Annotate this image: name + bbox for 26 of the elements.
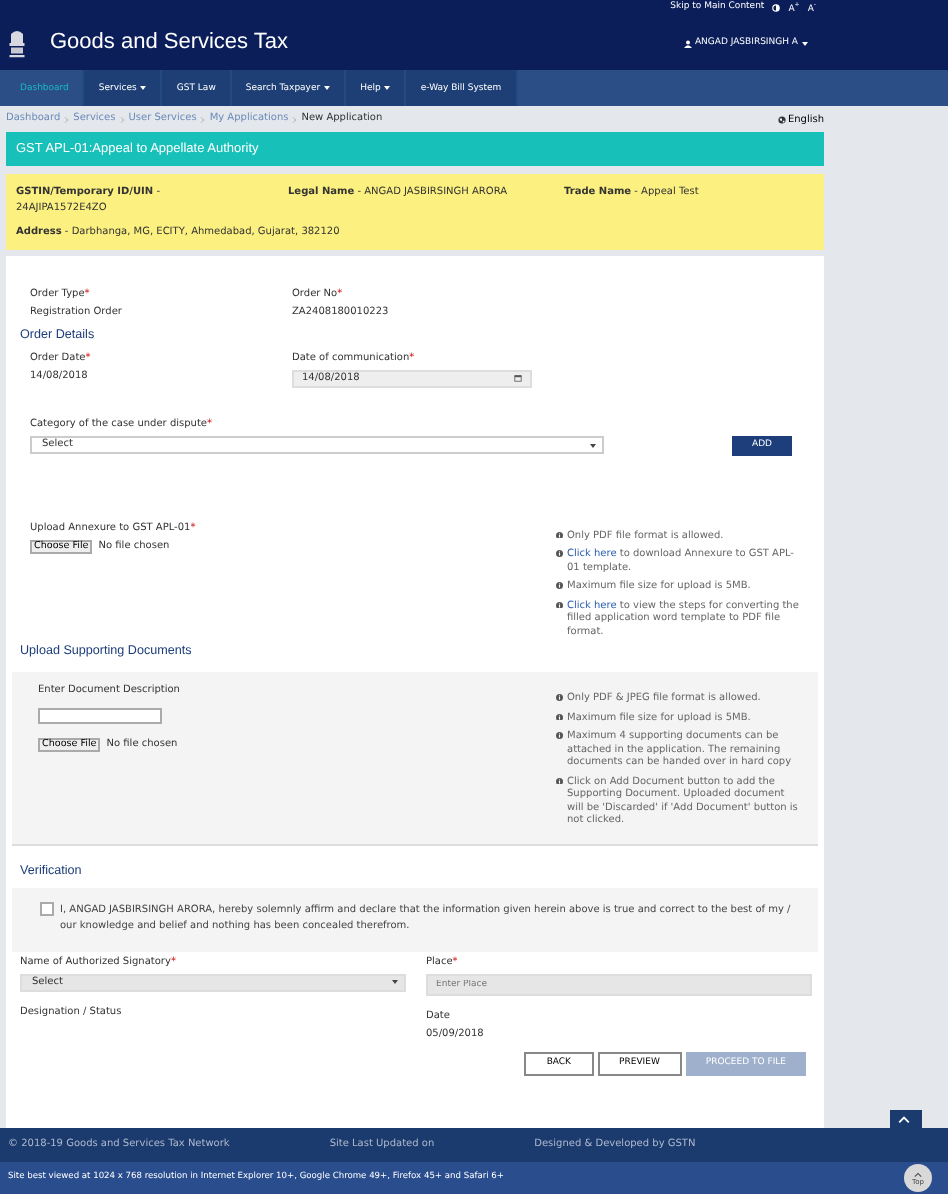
caret-icon: [802, 41, 808, 45]
chevron-icon: [292, 115, 298, 123]
info-icon: [556, 531, 563, 539]
chevron-icon: [64, 115, 70, 123]
info-icon: [556, 601, 563, 609]
info-icon: [556, 582, 563, 590]
site-title: Goods and Services Tax: [50, 27, 291, 58]
declaration-checkbox[interactable]: [40, 901, 54, 916]
user-icon: [684, 39, 693, 47]
chevron-icon: [119, 115, 125, 123]
chevron-up-icon: [914, 1171, 922, 1177]
info-icon: [556, 732, 563, 740]
contrast-icon[interactable]: [772, 4, 781, 12]
scroll-up-button[interactable]: [890, 1110, 922, 1128]
calendar-icon: [514, 374, 522, 383]
globe-icon: [777, 115, 786, 123]
info-icon: [556, 694, 563, 702]
info-icon: [556, 713, 563, 721]
info-icon: [556, 550, 563, 558]
caret-icon: [590, 443, 596, 448]
description-field[interactable]: [38, 708, 162, 725]
emblem-icon: [8, 28, 26, 58]
chevron-up-icon: [898, 1115, 910, 1123]
caret-icon: [392, 980, 398, 985]
chevron-icon: [200, 115, 206, 123]
info-icon: [556, 777, 563, 785]
